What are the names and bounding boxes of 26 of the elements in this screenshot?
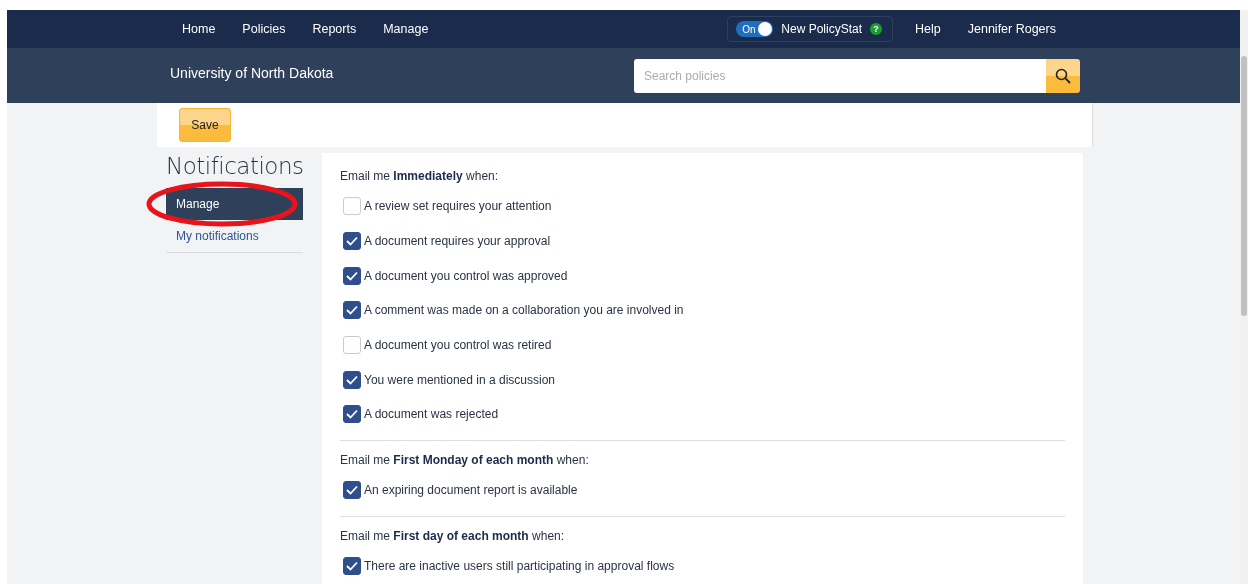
nav-link[interactable]: Policies [232,22,296,36]
option-label: You were mentioned in a discussion [364,372,555,387]
nav-link[interactable]: Manage [373,22,439,36]
search-field[interactable]: Search policies [634,58,1046,93]
toggle-switch[interactable]: On [736,21,774,37]
help-link[interactable]: Help [905,22,951,36]
option-label: A review set requires your attention [364,199,552,214]
help-badge[interactable]: ? [870,23,883,35]
option-label: A document requires your approval [364,234,551,249]
save-button[interactable]: Save [179,108,231,142]
option-label: There are inactive users still participating in approval flows [364,558,675,573]
user-menu[interactable]: Jennifer Rogers [957,22,1066,36]
option-label: A document you control was approved [364,268,568,283]
section-intro: Email me First day of each month when: [340,528,566,543]
section-intro: Email me First Monday of each month when: [340,452,590,467]
nav-link[interactable]: Reports [302,22,367,36]
sidebar-item[interactable]: My notifications [166,220,303,253]
toggle-label: New PolicyStat [781,22,863,36]
section-intro: Email me Immediately when: [340,169,500,183]
option-label: An expiring document report is available [364,483,578,498]
option-label: A comment was made on a collaboration you are involved in [364,303,684,318]
option-label: A document you control was retired [364,338,552,353]
page-title: Notifications [166,153,303,179]
nav-link[interactable]: Home [172,22,226,36]
site-title: University of North Dakota [170,64,335,81]
option-label: A document was rejected [364,407,499,422]
